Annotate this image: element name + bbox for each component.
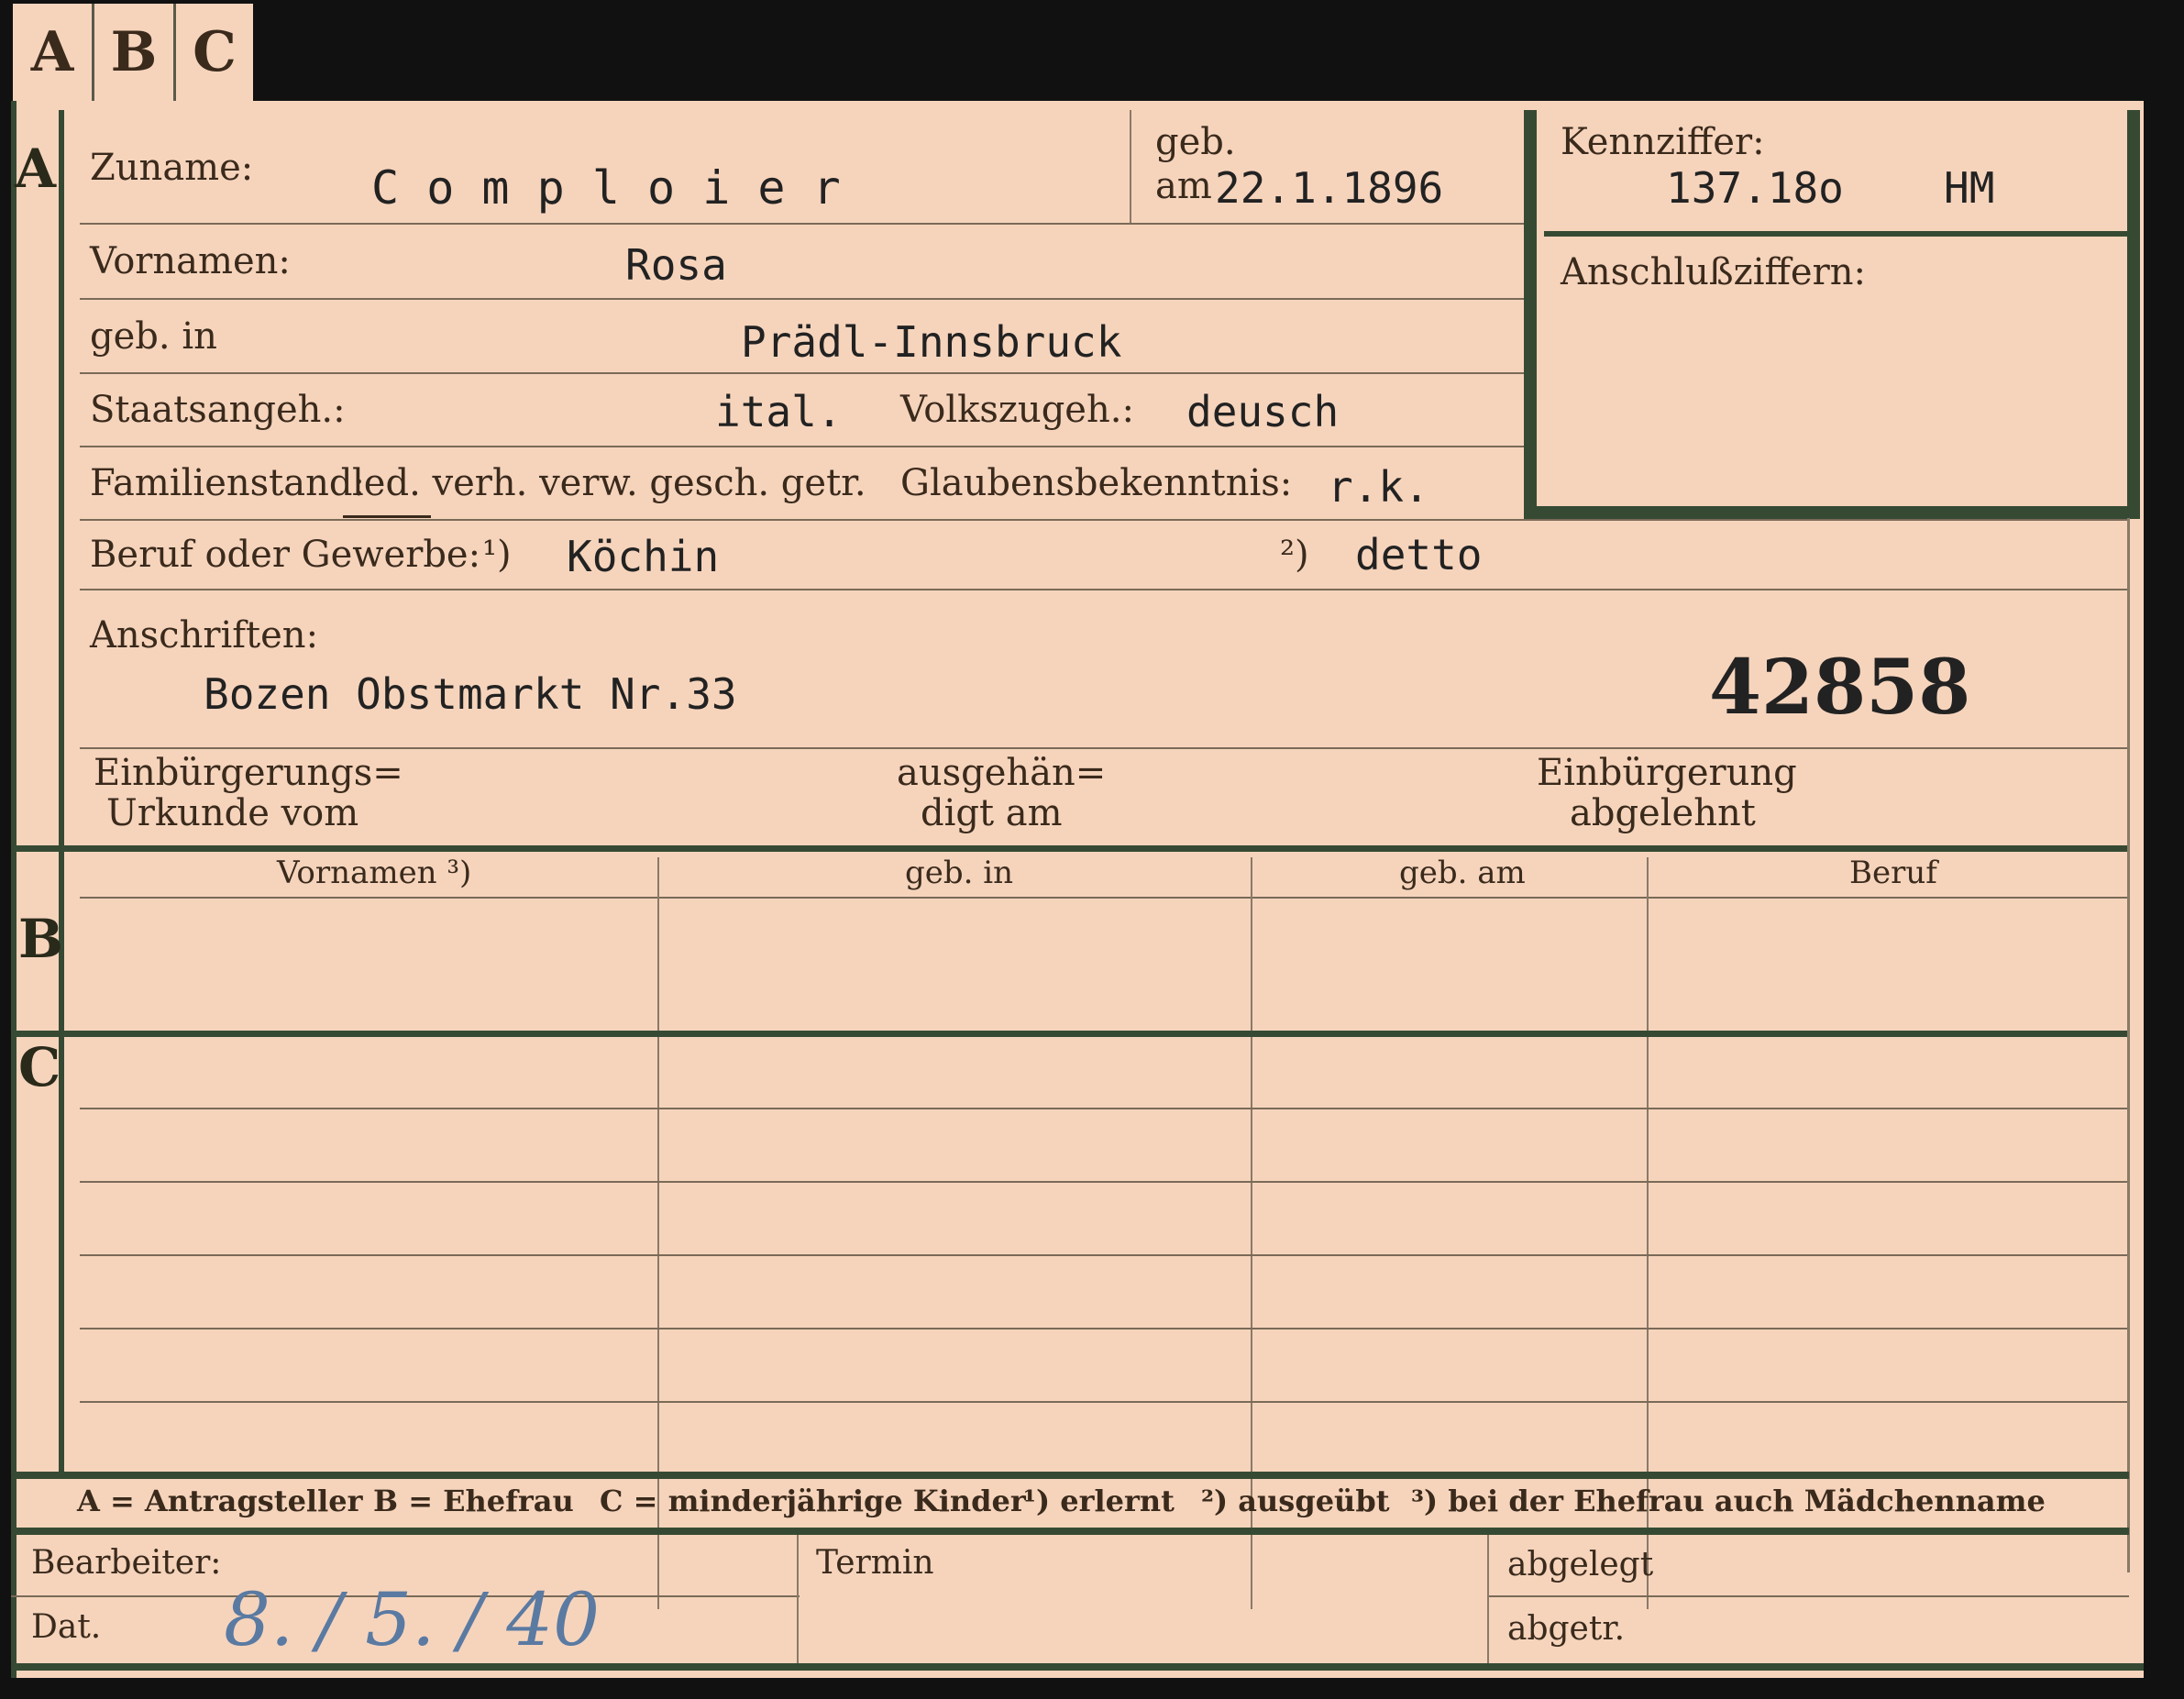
editor-label: Bearbeiter: xyxy=(31,1544,222,1582)
firstname-label: Vornamen: xyxy=(90,240,291,282)
ethnicity-label: Volkszugeh.: xyxy=(900,389,1134,431)
legend-note-1: ¹) erlernt xyxy=(1023,1484,1175,1518)
occupation-mark-2: ²) xyxy=(1280,534,1309,576)
address-value[interactable]: Bozen Obstmarkt Nr.33 xyxy=(204,669,737,719)
removed-label: abgetr. xyxy=(1507,1610,1626,1648)
col-header-birthplace: geb. in xyxy=(905,855,1014,891)
col-header-firstnames: Vornamen ³) xyxy=(277,855,472,891)
legend-b: B = Ehefrau xyxy=(373,1484,574,1518)
tab-c: C xyxy=(176,4,253,101)
address-label: Anschriften: xyxy=(90,614,319,656)
naturalization-label-2: Urkunde vom xyxy=(106,792,359,834)
firstname-value[interactable]: Rosa xyxy=(625,240,727,290)
kennziffer-label: Kennziffer: xyxy=(1561,121,1765,163)
naturalization-rejected-label-1: Einbürgerung xyxy=(1537,752,1797,794)
surname-label: Zuname: xyxy=(90,147,254,189)
birthplace-label: geb. in xyxy=(90,315,217,358)
kennziffer-suffix: HM xyxy=(1944,163,1995,213)
col-header-birthdate: geb. am xyxy=(1399,855,1526,891)
religion-label: Glaubensbekenntnis: xyxy=(900,462,1293,504)
surname-value[interactable]: C o m p l o i e r xyxy=(371,161,841,215)
family-status-selected-mark xyxy=(343,515,431,518)
handed-over-label-1: ausgehän= xyxy=(897,752,1107,794)
family-status-options[interactable]: led. verh. verw. gesch. getr. xyxy=(352,462,866,504)
occupation-practiced-value[interactable]: detto xyxy=(1355,530,1482,579)
section-b-marker: B xyxy=(18,908,64,970)
naturalization-rejected-label-2: abgelehnt xyxy=(1570,792,1756,834)
handed-over-label-2: digt am xyxy=(921,792,1063,834)
naturalization-label-1: Einbürgerungs= xyxy=(94,752,403,794)
legend-note-2: ²) ausgeübt xyxy=(1201,1484,1390,1518)
record-number: 42858 xyxy=(1709,644,1971,732)
kennziffer-value[interactable]: 137.18o xyxy=(1666,163,1844,213)
citizenship-value[interactable]: ital. xyxy=(715,387,842,436)
tab-b: B xyxy=(94,4,176,101)
occupation-label: Beruf oder Gewerbe: xyxy=(90,534,481,576)
date-label: Dat. xyxy=(31,1608,102,1646)
date-value[interactable]: 8. / 5. / 40 xyxy=(224,1577,600,1662)
section-a-marker: A xyxy=(15,138,57,200)
tab-a: A xyxy=(13,4,94,101)
occupation-mark-1: ¹) xyxy=(482,534,512,576)
legend-a: A = Antragsteller xyxy=(77,1484,363,1518)
deadline-label: Termin xyxy=(816,1544,934,1582)
legend-c: C = minderjährige Kinder xyxy=(600,1484,1026,1518)
birth-date-value[interactable]: 22.1.1896 xyxy=(1215,163,1443,213)
anschlussziffern-label: Anschlußziffern: xyxy=(1561,251,1866,293)
born-label-bottom: am xyxy=(1155,165,1212,207)
citizenship-label: Staatsangeh.: xyxy=(90,389,346,431)
registration-card: A B C Zuname: C o m p l o i e r geb. am … xyxy=(11,101,2144,1678)
birthplace-value[interactable]: Prädl-Innsbruck xyxy=(741,317,1121,367)
occupation-learned-value[interactable]: Köchin xyxy=(567,532,719,581)
family-status-label: Familienstand: xyxy=(90,462,365,504)
born-label-top: geb. xyxy=(1155,121,1236,163)
section-c-marker: C xyxy=(18,1036,61,1098)
col-header-occupation: Beruf xyxy=(1849,855,1937,891)
legend-note-3: ³) bei der Ehefrau auch Mädchenname xyxy=(1411,1484,2046,1518)
ethnicity-value[interactable]: deusch xyxy=(1186,387,1339,436)
religion-value[interactable]: r.k. xyxy=(1328,462,1429,512)
filed-label: abgelegt xyxy=(1507,1546,1654,1583)
